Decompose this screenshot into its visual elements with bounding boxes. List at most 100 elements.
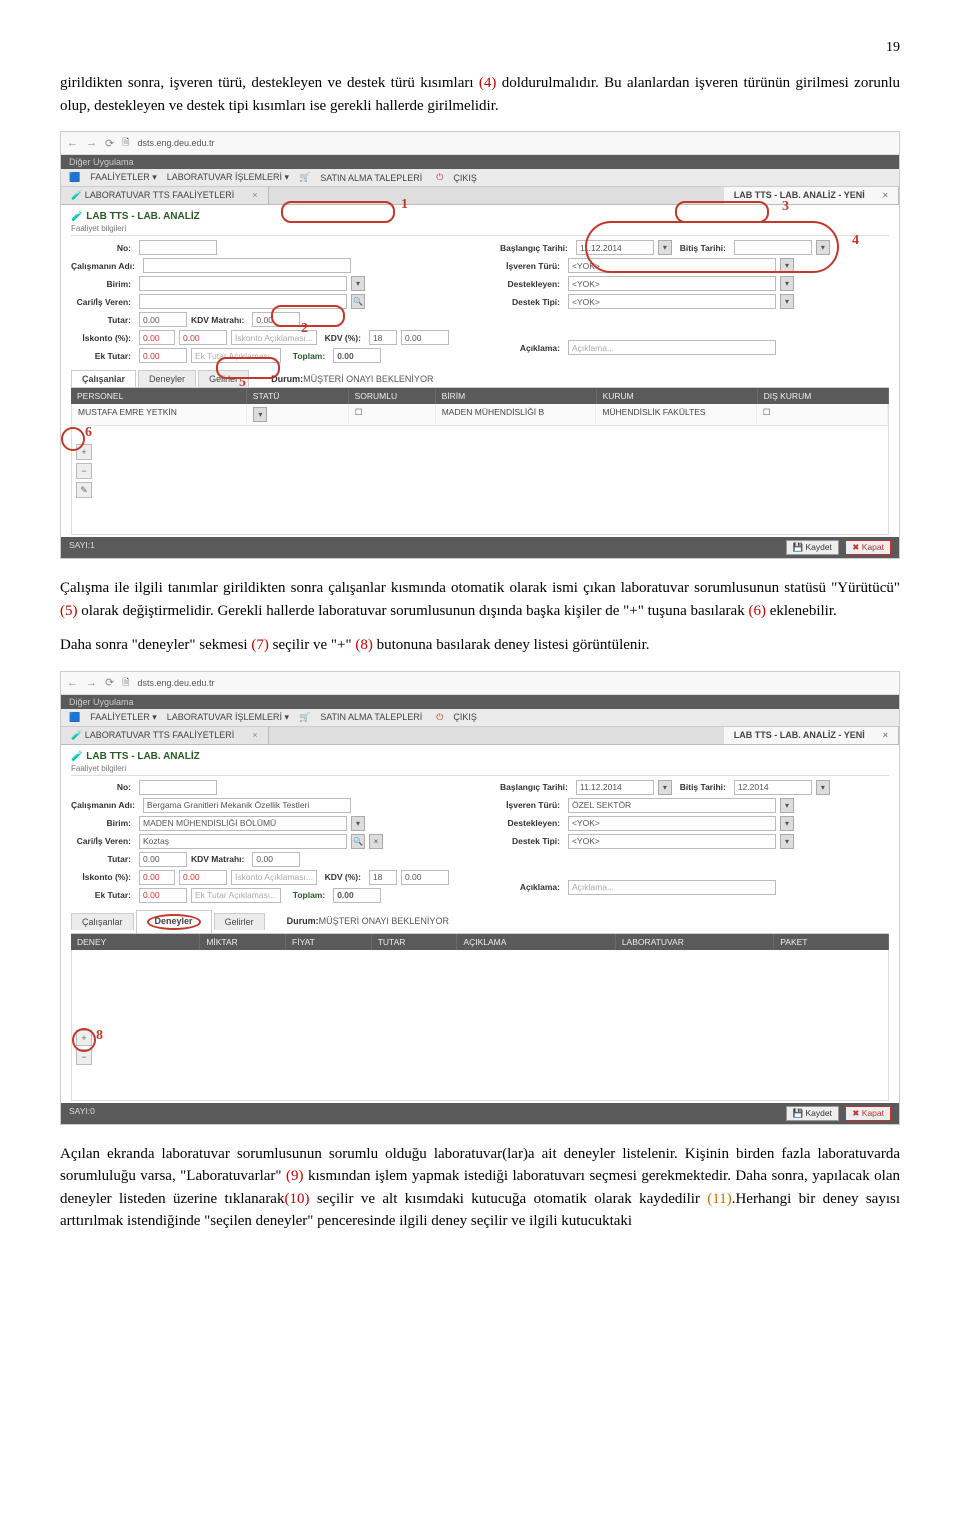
input-isveren[interactable]: <YOK> — [568, 258, 776, 273]
input-aciklama[interactable]: Açıklama... — [568, 340, 776, 355]
input-bitis[interactable] — [734, 240, 812, 255]
close-icon[interactable]: × — [252, 730, 257, 740]
tab-detail[interactable]: LAB TTS - LAB. ANALİZ - YENİ× — [724, 187, 899, 204]
tab-calisanlar[interactable]: Çalışanlar — [71, 913, 134, 930]
input-ektutar-acik[interactable]: Ek Tutar Açıklaması... — [191, 348, 281, 363]
close-icon[interactable]: × — [883, 730, 888, 740]
tab-gelirler[interactable]: Gelirler — [198, 370, 249, 387]
input-cari[interactable]: Koztaş — [139, 834, 347, 849]
save-button[interactable]: 💾 Kaydet — [786, 1106, 839, 1121]
back-icon[interactable]: ← — [67, 137, 78, 149]
add-icon[interactable]: + — [76, 1030, 92, 1046]
input-kdv-pct[interactable]: 18 — [369, 330, 397, 345]
input-kdv-val[interactable]: 0.00 — [401, 330, 449, 345]
input-kdvmatrah[interactable]: 0.00 — [252, 852, 300, 867]
back-icon[interactable]: ← — [67, 677, 78, 689]
cal-icon[interactable]: ▾ — [658, 240, 672, 255]
remove-icon[interactable]: − — [76, 1049, 92, 1065]
input-destektipi[interactable]: <YOK> — [568, 834, 776, 849]
search-icon[interactable]: 🔍 — [351, 294, 365, 309]
tab-calisanlar[interactable]: Çalışanlar — [71, 370, 136, 387]
cal-icon[interactable]: ▾ — [816, 240, 830, 255]
menu-faaliyetler[interactable]: FAALİYETLER ▾ — [90, 172, 157, 183]
input-ektutar-acik[interactable]: Ek Tutar Açıklaması... — [191, 888, 281, 903]
remove-icon[interactable]: − — [76, 463, 92, 479]
input-kdv-pct[interactable]: 18 — [369, 870, 397, 885]
dd-icon[interactable]: ▾ — [351, 816, 365, 831]
dd-icon[interactable]: ▾ — [780, 798, 794, 813]
input-iskonto-pct[interactable]: 0.00 — [139, 870, 175, 885]
input-iskonto-pct[interactable]: 0.00 — [139, 330, 175, 345]
save-button[interactable]: 💾 Kaydet — [786, 540, 839, 555]
dd-icon[interactable]: ▾ — [253, 407, 267, 422]
close-button[interactable]: ✖ Kapat — [845, 1106, 891, 1121]
input-tutar[interactable]: 0.00 — [139, 852, 187, 867]
input-destekleyen[interactable]: <YOK> — [568, 276, 776, 291]
close-icon[interactable]: × — [883, 190, 888, 200]
add-icon[interactable]: + — [76, 444, 92, 460]
input-iskonto-acik[interactable]: İskonto Açıklaması... — [231, 870, 317, 885]
forward-icon[interactable]: → — [86, 137, 97, 149]
input-iskonto-val[interactable]: 0.00 — [179, 330, 227, 345]
dd-icon[interactable]: ▾ — [351, 276, 365, 291]
input-no[interactable] — [139, 780, 217, 795]
input-kdv-val[interactable]: 0.00 — [401, 870, 449, 885]
cal-icon[interactable]: ▾ — [816, 780, 830, 795]
dd-icon[interactable]: ▾ — [780, 276, 794, 291]
cal-icon[interactable]: ▾ — [658, 780, 672, 795]
input-birim[interactable] — [139, 276, 347, 291]
url-bar[interactable]: dsts.eng.deu.edu.tr — [137, 138, 893, 148]
search-icon[interactable]: 🔍 — [351, 834, 365, 849]
input-isveren[interactable]: ÖZEL SEKTÖR — [568, 798, 776, 813]
tab-list[interactable]: 🧪 LABORATUVAR TTS FAALİYETLERİ× — [61, 727, 269, 744]
tab-detail[interactable]: LAB TTS - LAB. ANALİZ - YENİ× — [724, 727, 899, 744]
input-no[interactable] — [139, 240, 217, 255]
tab-gelirler[interactable]: Gelirler — [214, 913, 265, 930]
menu-faaliyetler[interactable]: FAALİYETLER ▾ — [90, 712, 157, 723]
input-destekleyen[interactable]: <YOK> — [568, 816, 776, 831]
dd-icon[interactable]: ▾ — [780, 294, 794, 309]
menu-satin[interactable]: SATIN ALMA TALEPLERİ — [320, 712, 422, 722]
power-icon[interactable]: ⏻ — [436, 712, 443, 723]
close-icon[interactable]: × — [252, 190, 257, 200]
gc-sorumlu[interactable]: ☐ — [349, 404, 436, 425]
input-kdvmatrah[interactable]: 0.00 — [252, 312, 300, 327]
input-ektutar[interactable]: 0.00 — [139, 888, 187, 903]
menu-cikis[interactable]: ÇIKIŞ — [453, 173, 477, 183]
reload-icon[interactable]: ⟳ — [105, 676, 114, 689]
menu-lab[interactable]: LABORATUVAR İŞLEMLERİ ▾ — [167, 712, 289, 723]
menu-satin[interactable]: SATIN ALMA TALEPLERİ — [320, 173, 422, 183]
input-calisma[interactable] — [143, 258, 351, 273]
reload-icon[interactable]: ⟳ — [105, 137, 114, 150]
input-baslangic[interactable]: 11.12.2014 — [576, 780, 654, 795]
gc-statu[interactable]: ▾ — [247, 404, 349, 425]
menu-cikis[interactable]: ÇIKIŞ — [453, 712, 477, 722]
input-cari[interactable] — [139, 294, 347, 309]
input-bitis[interactable]: 12.2014 — [734, 780, 812, 795]
input-iskonto-val[interactable]: 0.00 — [179, 870, 227, 885]
input-baslangic[interactable]: 11.12.2014 — [576, 240, 654, 255]
input-tutar[interactable]: 0.00 — [139, 312, 187, 327]
tab-list[interactable]: 🧪 LABORATUVAR TTS FAALİYETLERİ× — [61, 187, 269, 204]
edit-icon[interactable]: ✎ — [76, 482, 92, 498]
input-calisma[interactable]: Bergama Granitleri Mekanik Özellik Testl… — [143, 798, 351, 813]
forward-icon[interactable]: → — [86, 677, 97, 689]
tab-deneyler[interactable]: Deneyler — [136, 910, 212, 933]
dd-icon[interactable]: ▾ — [780, 834, 794, 849]
input-iskonto-acik[interactable]: İskonto Açıklaması... — [231, 330, 317, 345]
dd-icon[interactable]: ▾ — [780, 816, 794, 831]
tab-deneyler[interactable]: Deneyler — [138, 370, 196, 387]
input-aciklama[interactable]: Açıklama... — [568, 880, 776, 895]
dd-icon[interactable]: ▾ — [780, 258, 794, 273]
input-ektutar[interactable]: 0.00 — [139, 348, 187, 363]
power-icon[interactable]: ⏻ — [436, 172, 443, 183]
menu-lab[interactable]: LABORATUVAR İŞLEMLERİ ▾ — [167, 172, 289, 183]
label-toplam: Toplam: — [285, 890, 329, 900]
input-birim[interactable]: MADEN MÜHENDİSLİĞİ BÖLÜMÜ — [139, 816, 347, 831]
gc-diskurum[interactable]: ☐ — [757, 404, 888, 425]
close-button[interactable]: ✖ Kapat — [845, 540, 891, 555]
url-bar[interactable]: dsts.eng.deu.edu.tr — [137, 678, 893, 688]
grid-row[interactable]: MUSTAFA EMRE YETKİN ▾ ☐ MADEN MÜHENDİSLİ… — [72, 404, 888, 426]
input-destektipi[interactable]: <YOK> — [568, 294, 776, 309]
clear-icon[interactable]: × — [369, 834, 383, 849]
